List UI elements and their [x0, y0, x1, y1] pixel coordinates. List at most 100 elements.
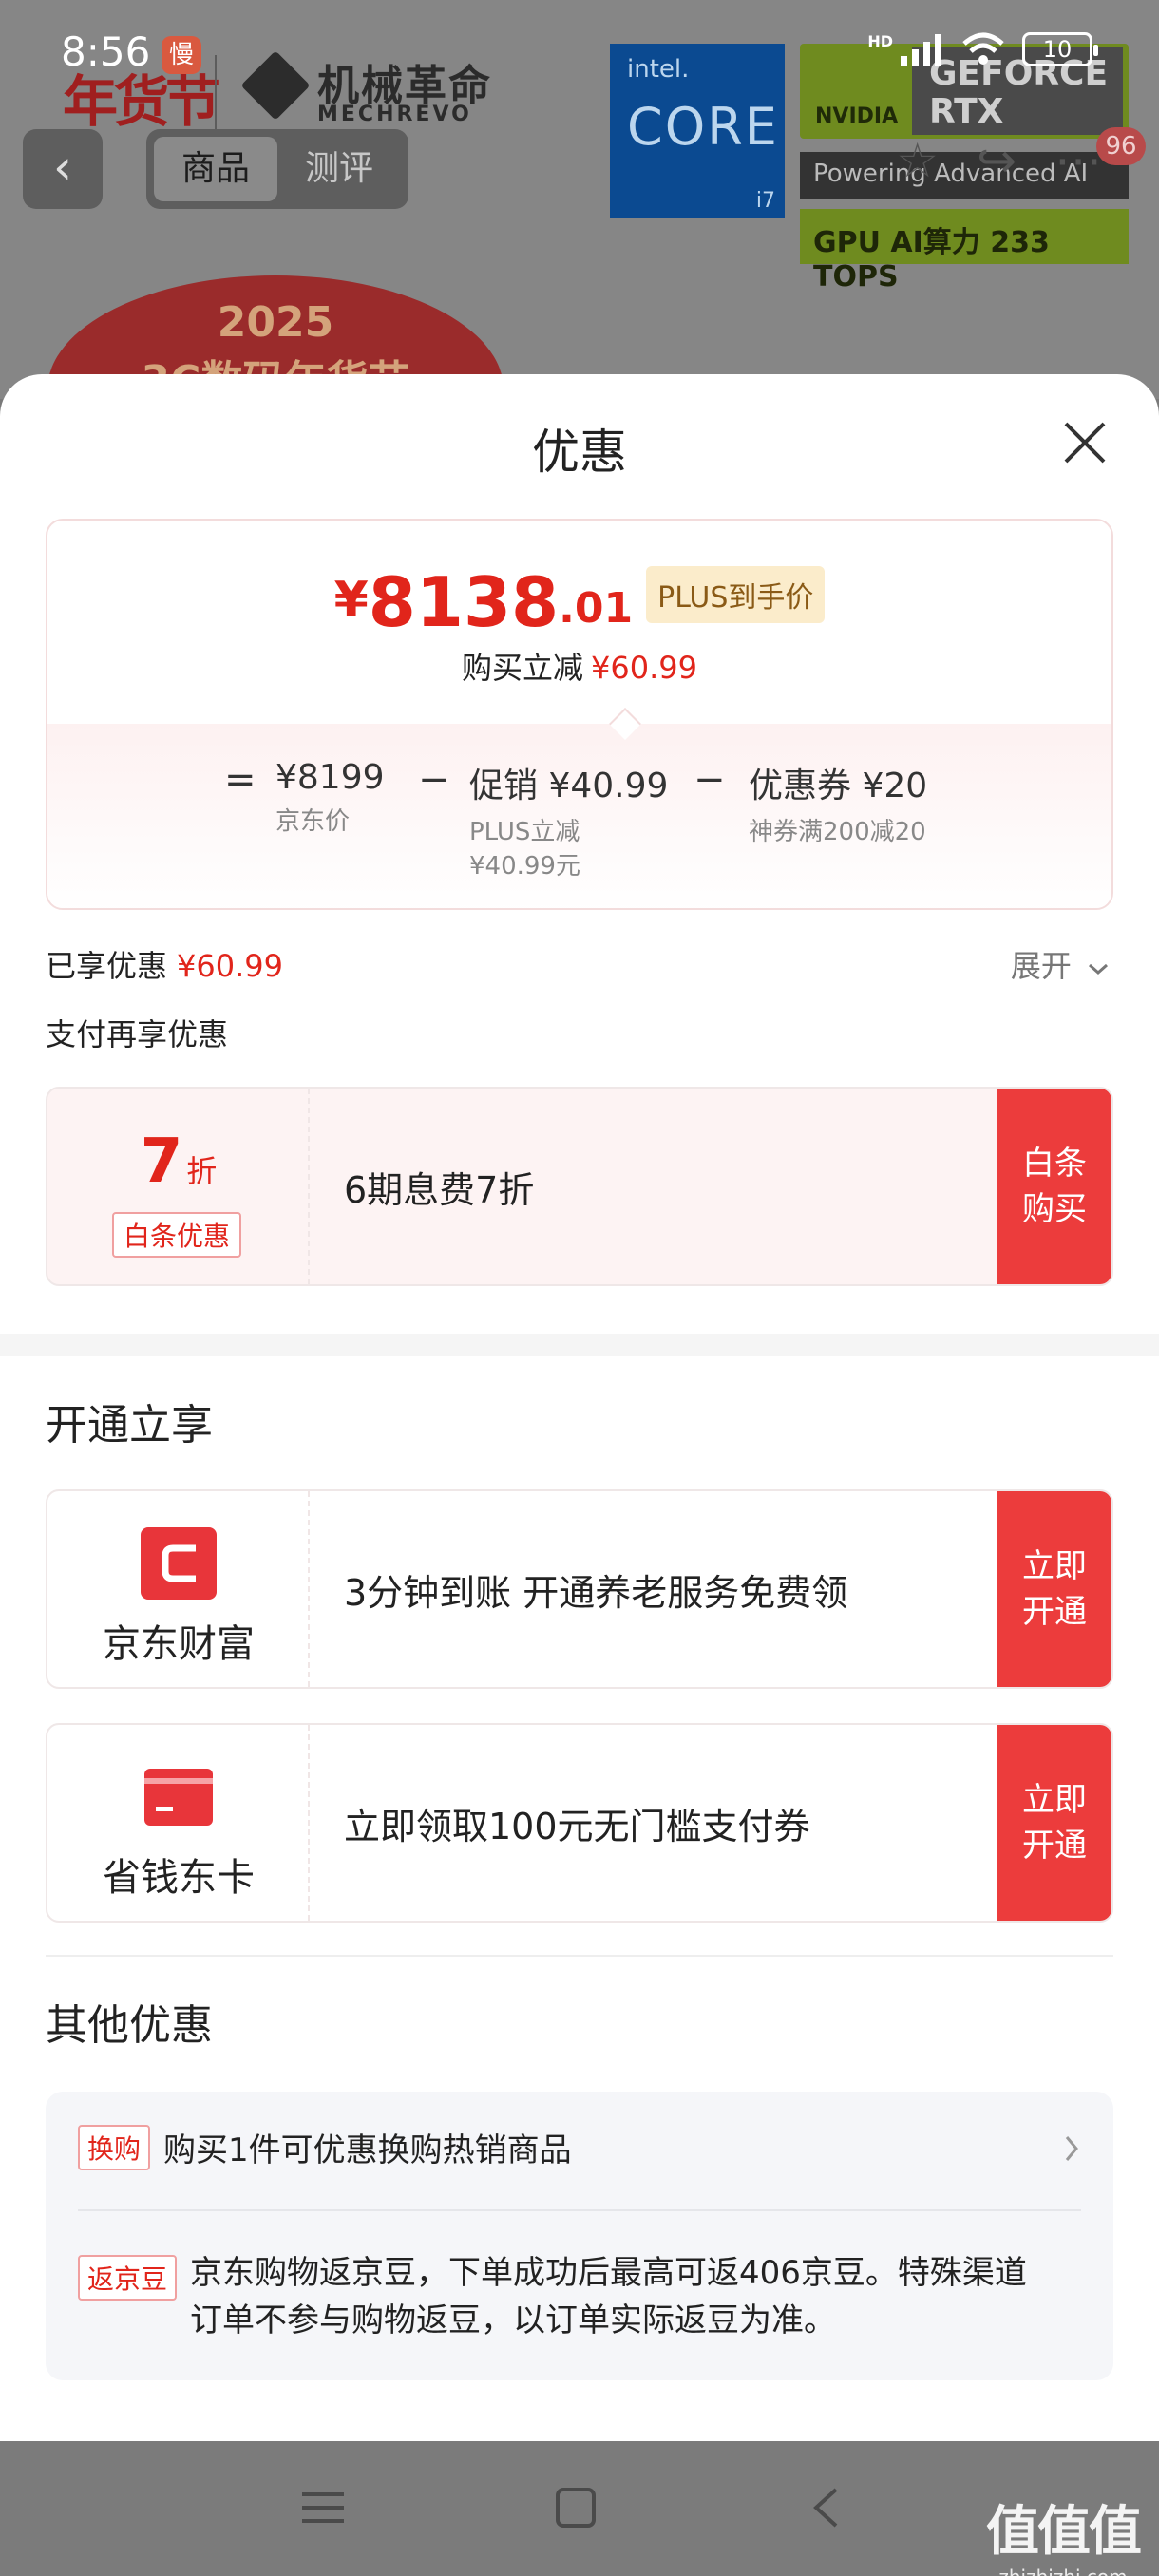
header-actions: ☆ ↪ ⋯: [896, 133, 1102, 188]
rtx-text: RTX: [929, 92, 1004, 131]
back-nav-icon[interactable]: [811, 2487, 840, 2529]
service-desc: 3分钟到账 开通养老服务免费领: [344, 1571, 848, 1614]
discount-number: 7: [140, 1127, 183, 1197]
back-button[interactable]: ‹: [23, 129, 103, 209]
open-now-button[interactable]: 立即开通: [998, 1491, 1112, 1687]
promo-item: 促销 ¥40.99 PLUS立减 ¥40.99元: [469, 758, 668, 883]
intel-tier: i7: [755, 189, 775, 213]
base-price-label: 京东价: [276, 807, 351, 836]
coupon-amount: 优惠券 ¥20: [749, 767, 928, 805]
cart-count-badge: 96: [1096, 127, 1146, 165]
instant-discount: 购买立减 ¥60.99: [48, 644, 1112, 688]
jingdou-text: 京东购物返京豆，下单成功后最高可返406京豆。特殊渠道订单不参与购物返豆，以订单…: [190, 2254, 1027, 2339]
saved-label: 已享优惠: [46, 948, 168, 984]
coupon-sub: 神券满200减20: [749, 818, 926, 846]
minus-sign: −: [418, 758, 450, 802]
price-currency: ¥: [333, 572, 369, 629]
watermark-sub: zhizhizhi.com: [986, 2566, 1140, 2576]
expand-label: 展开: [1010, 948, 1072, 984]
service-name: 省钱东卡: [103, 1856, 255, 1900]
savings-card-icon: [144, 1769, 213, 1826]
wifi-icon: [962, 32, 1004, 65]
watermark-main: 值值值: [986, 2501, 1142, 2563]
nvidia-word: NVIDIA: [815, 104, 899, 128]
promo-amount: 促销 ¥40.99: [469, 767, 669, 805]
exchange-tag: 换购: [78, 2124, 151, 2170]
instant-label: 购买立减: [462, 650, 584, 686]
tab-product[interactable]: 商品: [154, 137, 277, 201]
intel-brand: intel.: [627, 55, 690, 84]
intel-badge: intel. CORE i7: [610, 44, 785, 218]
baitiao-buy-button[interactable]: 白条购买: [998, 1089, 1112, 1284]
jd-finance-icon: [141, 1527, 217, 1600]
system-nav-bar: [0, 2441, 1159, 2576]
row-divider: [78, 2209, 1081, 2211]
price-breakdown-card: ¥ 8138 .01 PLUS到手价 购买立减 ¥60.99 = ¥8199 京东…: [46, 519, 1113, 910]
jingdou-tag: 返京豆: [78, 2255, 178, 2301]
minus-sign-2: −: [694, 758, 726, 802]
brand-subtitle: MECHREVO: [317, 103, 472, 126]
promo-sub2: ¥40.99元: [469, 852, 580, 881]
discount-sheet: 优惠 ¥ 8138 .01 PLUS到手价 购买立减 ¥60.99 = ¥8199…: [0, 374, 1159, 2441]
page-tabs: 商品 测评: [146, 129, 408, 209]
equals-sign: =: [224, 758, 256, 802]
base-price-item: ¥8199 京东价: [276, 758, 385, 839]
instant-amount: ¥60.99: [591, 650, 697, 686]
share-icon[interactable]: ↪: [977, 133, 1016, 188]
open-now-button[interactable]: 立即开通: [998, 1725, 1112, 1921]
final-price: ¥ 8138 .01 PLUS到手价: [48, 566, 1112, 636]
pay-more-heading: 支付再享优惠: [46, 1016, 229, 1052]
price-integer: 8138: [368, 562, 560, 642]
discount-value: 7折: [48, 1127, 310, 1197]
other-section-title: 其他优惠: [46, 2001, 213, 2050]
brand-separator: [215, 55, 217, 131]
home-icon[interactable]: [555, 2487, 597, 2529]
service-name: 京东财富: [103, 1622, 255, 1666]
sheet-title: 优惠: [532, 425, 627, 480]
watermark: 值值值 zhizhizhi.com: [986, 2489, 1142, 2576]
status-icons: HD 10: [867, 31, 1098, 66]
coupon-item: 优惠券 ¥20 神券满200减20: [749, 758, 927, 849]
tab-review[interactable]: 测评: [277, 137, 401, 201]
baitiao-desc: 6期息费7折: [344, 1168, 535, 1211]
service-desc: 立即领取100元无门槛支付券: [344, 1805, 810, 1847]
product-page-background: 年货节 机械革命 MECHREVO intel. CORE i7 NVIDIA …: [0, 0, 1159, 399]
base-price: ¥8199: [276, 758, 385, 797]
menu-icon[interactable]: [300, 2489, 346, 2527]
service-left: 京东财富: [48, 1491, 310, 1687]
section-gap: [0, 1334, 1159, 1356]
hd-label: HD: [867, 31, 893, 50]
baitiao-offer-card: 7折 白条优惠 6期息费7折 白条购买: [46, 1087, 1113, 1286]
jingdou-offer-row: 返京豆 京东购物返京豆，下单成功后最高可返406京豆。特殊渠道订单不参与购物返豆…: [78, 2249, 1056, 2344]
battery-icon: 10: [1022, 32, 1098, 66]
discount-unit: 折: [186, 1153, 218, 1189]
service-card-jd-finance: 京东财富 3分钟到账 开通养老服务免费领 立即开通: [46, 1489, 1113, 1689]
saved-discount: 已享优惠 ¥60.99: [46, 942, 283, 986]
favorite-star-icon[interactable]: ☆: [896, 133, 939, 188]
close-icon[interactable]: [1060, 418, 1110, 467]
brand-logo-icon: [240, 50, 311, 121]
section-divider: [46, 1955, 1113, 1957]
baitiao-tag: 白条优惠: [112, 1212, 242, 1258]
stamp-year: 2025: [217, 298, 334, 347]
saved-amount: ¥60.99: [177, 948, 283, 984]
service-card-savings-card: 省钱东卡 立即领取100元无门槛支付券 立即开通: [46, 1723, 1113, 1923]
intel-core: CORE: [627, 97, 779, 157]
plus-price-tag: PLUS到手价: [646, 566, 826, 623]
chevron-down-icon: [1089, 963, 1108, 975]
signal-icon: [901, 34, 941, 66]
promo-sub1: PLUS立减: [469, 818, 580, 846]
status-time: 8:56: [61, 28, 151, 75]
price-decimal: .01: [559, 584, 634, 633]
gpu-ai-bar: GPU AI算力 233 TOPS: [800, 209, 1129, 294]
more-icon[interactable]: ⋯: [1054, 133, 1102, 188]
expand-button[interactable]: 展开: [1011, 942, 1110, 986]
baitiao-left: 7折 白条优惠: [48, 1089, 310, 1284]
service-left: 省钱东卡: [48, 1725, 310, 1921]
notification-badge: 慢: [162, 36, 201, 74]
chevron-right-icon: [1065, 2136, 1078, 2161]
other-offers-box: 换购 购买1件可优惠换购热销商品 返京豆 京东购物返京豆，下单成功后最高可返40…: [46, 2092, 1113, 2380]
exchange-text: 购买1件可优惠换购热销商品: [163, 2131, 572, 2169]
open-section-title: 开通立享: [46, 1401, 213, 1449]
exchange-offer-row[interactable]: 换购 购买1件可优惠换购热销商品: [78, 2124, 1081, 2170]
